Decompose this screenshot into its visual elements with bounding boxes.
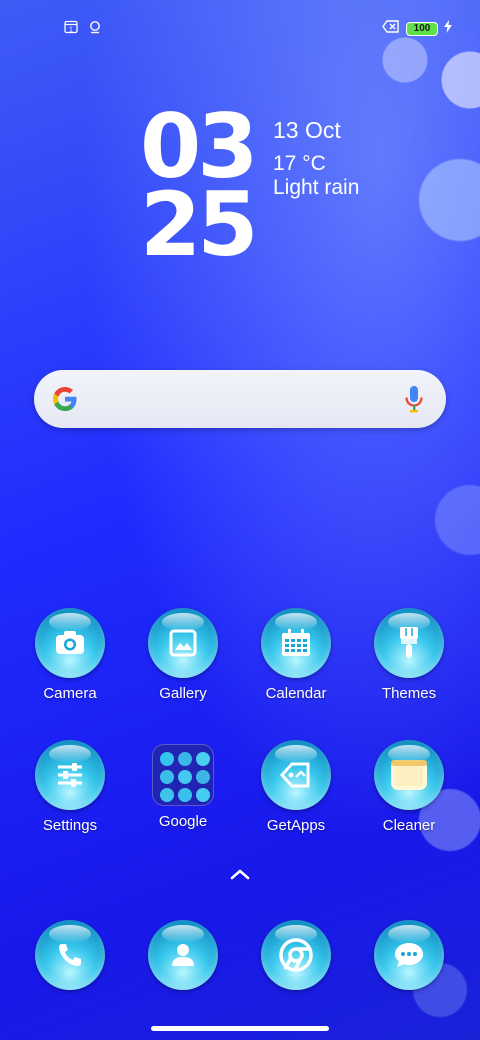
weather-widget[interactable]: 13 Oct 17 °C Light rain xyxy=(273,118,359,200)
app-drawer-chevron-icon[interactable] xyxy=(228,866,252,887)
camera-icon xyxy=(56,631,84,654)
app-gallery[interactable]: Gallery xyxy=(128,608,238,702)
tag-icon xyxy=(279,762,310,788)
gallery-icon xyxy=(169,629,197,657)
brush-icon xyxy=(400,627,418,658)
app-label: GetApps xyxy=(266,817,326,834)
cleaner-icon xyxy=(391,760,427,790)
app-google-folder[interactable]: Google xyxy=(128,740,238,830)
dock-chrome[interactable] xyxy=(241,920,351,990)
app-cleaner[interactable]: Cleaner xyxy=(354,740,464,834)
date-label: 13 Oct xyxy=(273,117,341,143)
messages-icon xyxy=(395,943,423,967)
app-label: Camera xyxy=(43,685,97,702)
contacts-icon xyxy=(172,944,194,966)
app-label: Themes xyxy=(381,685,437,702)
calendar-icon xyxy=(282,629,310,656)
dock-phone[interactable] xyxy=(15,920,125,990)
weather-condition-label: Light rain xyxy=(273,176,360,199)
charging-icon xyxy=(444,20,452,38)
sliders-icon xyxy=(58,763,82,787)
clock-widget[interactable]: 03 25 xyxy=(140,103,270,276)
phone-icon xyxy=(59,944,81,966)
chrome-icon xyxy=(279,938,313,972)
app-themes[interactable]: Themes xyxy=(354,608,464,702)
google-logo-icon[interactable] xyxy=(50,384,80,419)
app-calendar[interactable]: Calendar xyxy=(241,608,351,702)
google-search-bar[interactable] xyxy=(34,370,446,428)
temperature-label: 17 °C xyxy=(273,152,326,175)
app-getapps[interactable]: GetApps xyxy=(241,740,351,834)
folder-icon xyxy=(152,744,214,806)
app-label: Gallery xyxy=(159,685,207,702)
app-camera[interactable]: Camera xyxy=(15,608,125,702)
app-label: Google xyxy=(158,813,208,830)
status-bar: 1 100 xyxy=(0,16,480,40)
app-label: Settings xyxy=(42,817,98,834)
app-label: Cleaner xyxy=(382,817,436,834)
location-icon xyxy=(88,20,102,39)
battery-icon: 100 xyxy=(406,22,438,36)
clock-minutes: 25 xyxy=(140,173,258,276)
gesture-navigation-bar[interactable] xyxy=(151,1026,329,1031)
svg-text:1: 1 xyxy=(69,27,73,34)
dock-messages[interactable] xyxy=(354,920,464,990)
no-sim-icon xyxy=(382,20,400,38)
dock-contacts[interactable] xyxy=(128,920,238,990)
app-label: Calendar xyxy=(265,685,327,702)
app-settings[interactable]: Settings xyxy=(15,740,125,834)
mic-icon[interactable] xyxy=(404,385,424,418)
calendar-notification-icon: 1 xyxy=(64,20,78,39)
